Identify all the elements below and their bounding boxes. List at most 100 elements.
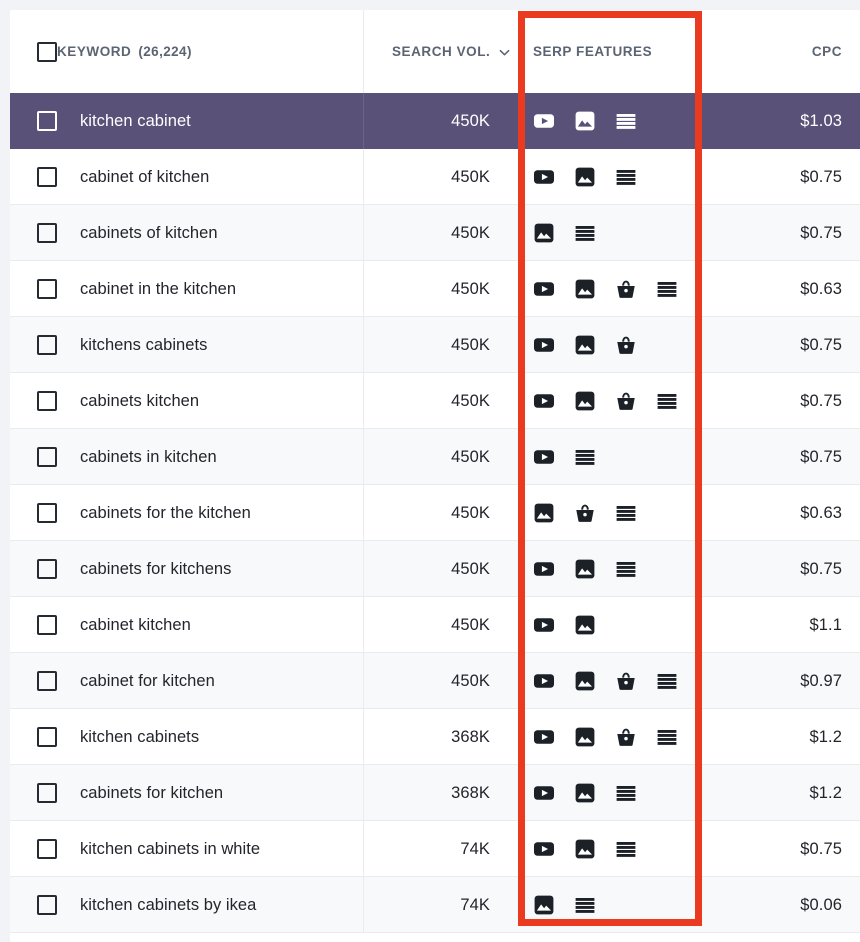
featured-snippet-icon[interactable]: [656, 390, 678, 412]
table-row[interactable]: kitchen cabinet 450K $1.03: [10, 93, 860, 149]
keyword-text: kitchens cabinets: [80, 335, 208, 354]
cpc-value: $0.75: [800, 167, 842, 186]
table-row[interactable]: cabinets kitchen 450K $0.75: [10, 373, 860, 429]
table-row[interactable]: cabinets for kitchens 450K $0.75: [10, 541, 860, 597]
cell-keyword: kitchen cabinets by ikea: [10, 877, 363, 933]
video-icon[interactable]: [533, 334, 555, 356]
row-checkbox[interactable]: [37, 279, 57, 299]
image-icon[interactable]: [533, 222, 555, 244]
chevron-down-icon[interactable]: [499, 47, 510, 58]
featured-snippet-icon[interactable]: [656, 726, 678, 748]
featured-snippet-icon[interactable]: [615, 110, 637, 132]
cell-serp-features: [513, 709, 703, 765]
video-icon[interactable]: [533, 614, 555, 636]
featured-snippet-icon[interactable]: [615, 838, 637, 860]
table-row[interactable]: kitchen cabinets in white 74K $0.75: [10, 821, 860, 877]
table-row[interactable]: kitchen cabinets 368K $1.2: [10, 709, 860, 765]
image-icon[interactable]: [574, 390, 596, 412]
featured-snippet-icon[interactable]: [656, 278, 678, 300]
table-row[interactable]: kitchen cabinets by ikea 74K $0.06: [10, 877, 860, 933]
cell-search-volume: 74K: [363, 821, 513, 877]
video-icon[interactable]: [533, 446, 555, 468]
image-icon[interactable]: [574, 782, 596, 804]
video-icon[interactable]: [533, 726, 555, 748]
shopping-basket-icon[interactable]: [615, 670, 637, 692]
row-checkbox[interactable]: [37, 447, 57, 467]
image-icon[interactable]: [533, 502, 555, 524]
row-checkbox[interactable]: [37, 503, 57, 523]
shopping-basket-icon[interactable]: [615, 334, 637, 356]
featured-snippet-icon[interactable]: [574, 222, 596, 244]
image-icon[interactable]: [574, 838, 596, 860]
video-icon[interactable]: [533, 838, 555, 860]
video-icon[interactable]: [533, 278, 555, 300]
cell-cpc: $0.75: [703, 149, 860, 205]
header-cell-search-volume[interactable]: SEARCH VOL.: [363, 10, 513, 93]
shopping-basket-icon[interactable]: [615, 278, 637, 300]
image-icon[interactable]: [574, 614, 596, 636]
row-checkbox[interactable]: [37, 783, 57, 803]
table-row[interactable]: cabinets for the kitchen 450K $0.63: [10, 485, 860, 541]
featured-snippet-icon[interactable]: [615, 782, 637, 804]
table-row[interactable]: cabinet of kitchen 450K $0.75: [10, 149, 860, 205]
video-icon[interactable]: [533, 782, 555, 804]
row-checkbox[interactable]: [37, 391, 57, 411]
row-checkbox[interactable]: [37, 111, 57, 131]
row-checkbox[interactable]: [37, 223, 57, 243]
header-cell-serp-features: SERP FEATURES: [513, 10, 703, 93]
header-cell-cpc: CPC: [703, 10, 860, 93]
row-checkbox[interactable]: [37, 559, 57, 579]
cpc-value: $0.75: [800, 391, 842, 410]
column-divider: [363, 373, 364, 429]
featured-snippet-icon[interactable]: [615, 558, 637, 580]
featured-snippet-icon[interactable]: [656, 670, 678, 692]
table-row[interactable]: cabinet for kitchen 450K $0.97: [10, 653, 860, 709]
keyword-text: cabinets for the kitchen: [80, 503, 251, 522]
image-icon[interactable]: [574, 726, 596, 748]
cell-cpc: $1.03: [703, 93, 860, 149]
row-checkbox[interactable]: [37, 335, 57, 355]
cpc-value: $0.63: [800, 503, 842, 522]
header-label-search-volume: SEARCH VOL.: [392, 44, 491, 59]
table-row[interactable]: cabinets of kitchen 450K $0.75: [10, 205, 860, 261]
row-checkbox[interactable]: [37, 727, 57, 747]
search-volume-value: 450K: [451, 559, 490, 578]
cell-serp-features: [513, 653, 703, 709]
featured-snippet-icon[interactable]: [574, 894, 596, 916]
row-checkbox[interactable]: [37, 895, 57, 915]
image-icon[interactable]: [574, 670, 596, 692]
table-row[interactable]: cabinet in the kitchen 450K $0.63: [10, 261, 860, 317]
video-icon[interactable]: [533, 390, 555, 412]
table-row[interactable]: cabinets in kitchen 450K $0.75: [10, 429, 860, 485]
cpc-value: $1.1: [809, 615, 842, 634]
image-icon[interactable]: [574, 558, 596, 580]
image-icon[interactable]: [574, 278, 596, 300]
cell-keyword: cabinets kitchen: [10, 373, 363, 429]
featured-snippet-icon[interactable]: [615, 502, 637, 524]
shopping-basket-icon[interactable]: [615, 726, 637, 748]
row-checkbox[interactable]: [37, 615, 57, 635]
table-row[interactable]: cabinets for kitchen 368K $1.2: [10, 765, 860, 821]
shopping-basket-icon[interactable]: [615, 390, 637, 412]
table-row[interactable]: kitchens cabinets 450K $0.75: [10, 317, 860, 373]
image-icon[interactable]: [574, 110, 596, 132]
row-checkbox[interactable]: [37, 839, 57, 859]
row-checkbox[interactable]: [37, 671, 57, 691]
video-icon[interactable]: [533, 670, 555, 692]
search-volume-value: 450K: [451, 223, 490, 242]
row-checkbox[interactable]: [37, 167, 57, 187]
table-row[interactable]: cabinet kitchen 450K $1.1: [10, 597, 860, 653]
select-all-checkbox[interactable]: [37, 41, 57, 62]
video-icon[interactable]: [533, 110, 555, 132]
video-icon[interactable]: [533, 166, 555, 188]
image-icon[interactable]: [574, 166, 596, 188]
featured-snippet-icon[interactable]: [615, 166, 637, 188]
image-icon[interactable]: [574, 334, 596, 356]
shopping-basket-icon[interactable]: [574, 502, 596, 524]
keyword-text: cabinet kitchen: [80, 615, 191, 634]
cell-serp-features: [513, 765, 703, 821]
featured-snippet-icon[interactable]: [574, 446, 596, 468]
video-icon[interactable]: [533, 558, 555, 580]
cell-search-volume: 450K: [363, 485, 513, 541]
image-icon[interactable]: [533, 894, 555, 916]
